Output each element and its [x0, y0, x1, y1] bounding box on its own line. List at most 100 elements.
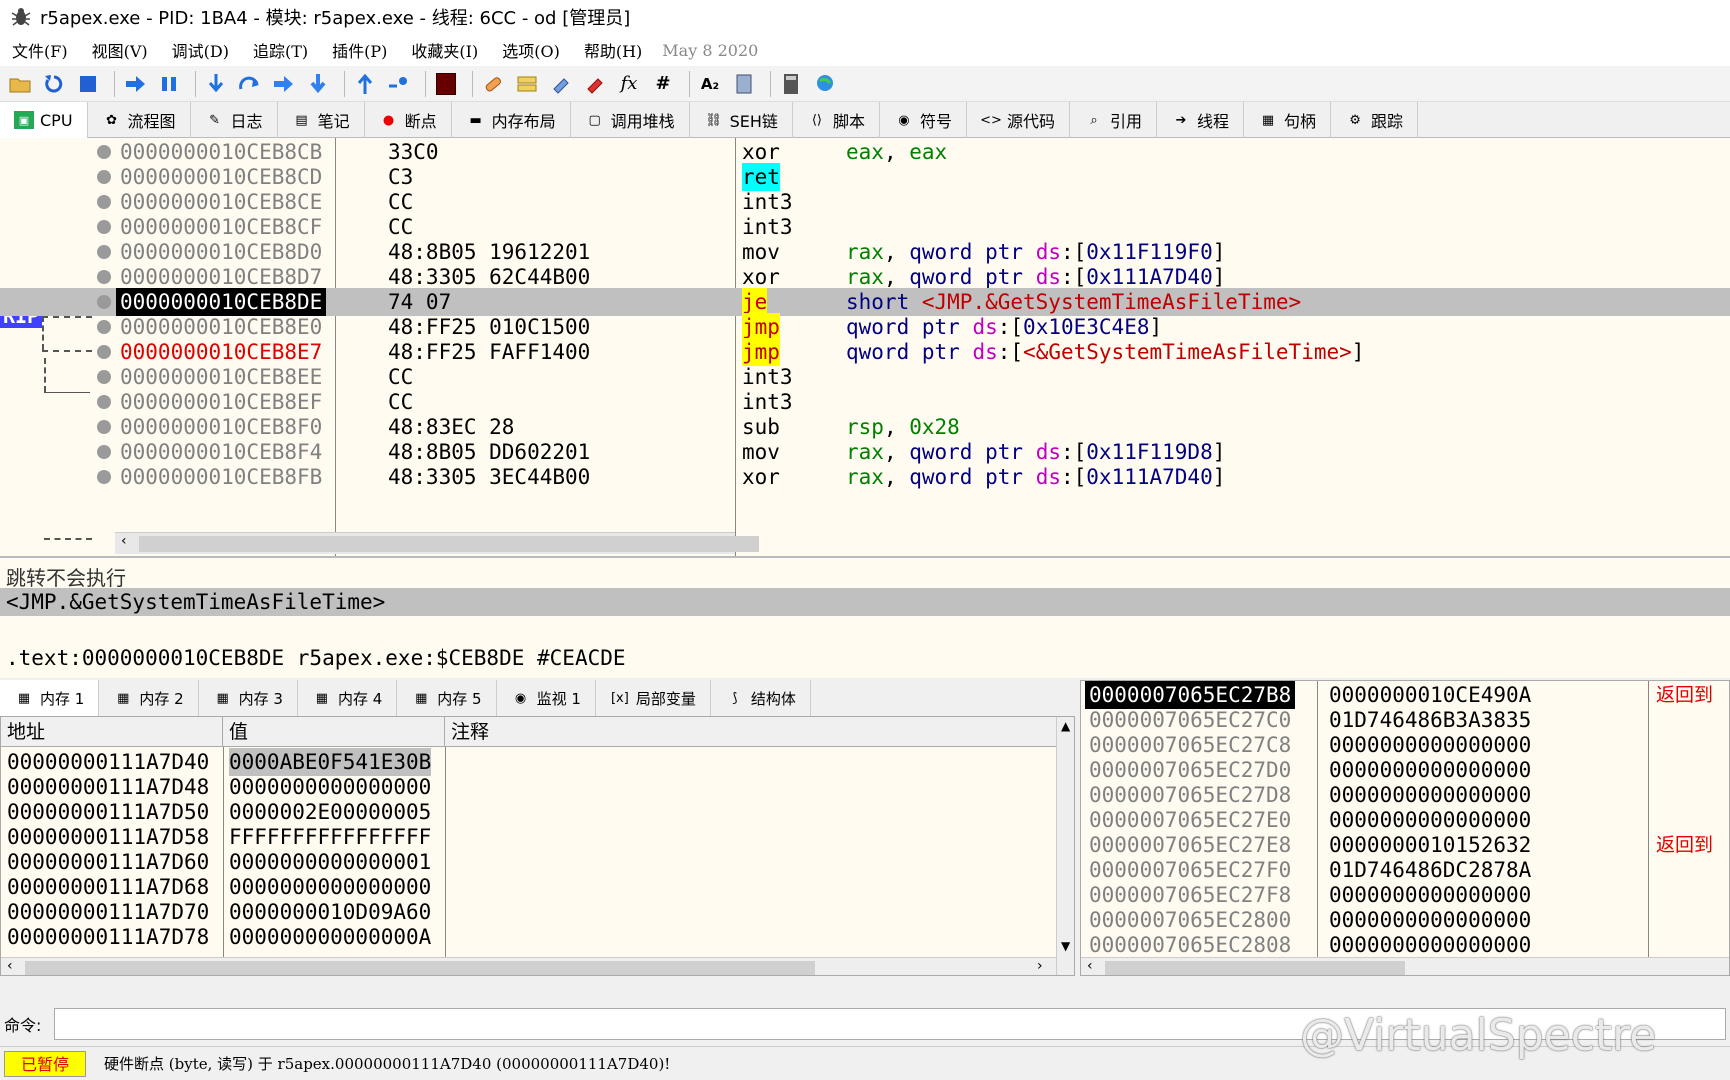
- tab-seh[interactable]: ⛓ SEH链: [690, 102, 793, 138]
- dump-tab-8[interactable]: ⟆ 结构体: [711, 680, 811, 716]
- hash-icon[interactable]: #: [649, 70, 677, 98]
- menu-file[interactable]: 文件(F): [0, 38, 80, 62]
- breakpoint-dot-icon[interactable]: [97, 470, 111, 484]
- stack-row[interactable]: 0000007065EC27F8 0000000000000000: [1081, 881, 1729, 909]
- dump-row[interactable]: 00000000111A7D68 0000000000000000: [1, 873, 1059, 901]
- dump-tab-3[interactable]: ▦ 内存 3: [199, 680, 298, 716]
- bookmark-icon[interactable]: [581, 70, 609, 98]
- label-icon[interactable]: [547, 70, 575, 98]
- notes-icon[interactable]: [730, 70, 758, 98]
- tab-graph[interactable]: ✿ 流程图: [88, 102, 191, 138]
- disasm-row[interactable]: 0000000010CEB8F4 48:8B05 DD602201 mov rax, …: [0, 438, 1730, 466]
- tab-log[interactable]: ✎ 日志: [191, 102, 278, 138]
- disasm-row[interactable]: 0000000010CEB8EE CC int3: [0, 363, 1730, 391]
- stack-pane[interactable]: 0000007065EC27B8 0000000010CE490A 返回到 00000…: [1080, 680, 1730, 976]
- scrollbar-thumb[interactable]: [139, 536, 759, 552]
- stack-row[interactable]: 0000007065EC27F0 01D746486DC2878A: [1081, 856, 1729, 884]
- dump-header-comment[interactable]: 注释: [445, 717, 1059, 746]
- dump-header-value[interactable]: 值: [223, 717, 445, 746]
- breakpoint-dot-icon[interactable]: [97, 445, 111, 459]
- dump-row[interactable]: 00000000111A7D58 FFFFFFFFFFFFFFFF: [1, 823, 1059, 851]
- stack-row[interactable]: 0000007065EC27E8 0000000010152632 返回到: [1081, 831, 1729, 859]
- trace-over-icon[interactable]: [304, 70, 332, 98]
- stack-row[interactable]: 0000007065EC2808 0000000000000000: [1081, 931, 1729, 959]
- breakpoint-dot-icon[interactable]: [97, 270, 111, 284]
- dump-header-address[interactable]: 地址: [1, 717, 223, 746]
- dump-row[interactable]: 00000000111A7D78 000000000000000A: [1, 923, 1059, 951]
- run-icon[interactable]: [121, 70, 149, 98]
- horizontal-scrollbar[interactable]: ‹: [1081, 957, 1729, 975]
- breakpoint-dot-icon[interactable]: [97, 145, 111, 159]
- dump-row[interactable]: 00000000111A7D40 0000ABE0F541E30B: [1, 748, 1059, 776]
- chevron-up-icon[interactable]: ▲: [1061, 719, 1070, 733]
- execute-till-return-icon[interactable]: [351, 70, 379, 98]
- calculator-icon[interactable]: [777, 70, 805, 98]
- disasm-row[interactable]: 0000000010CEB8FB 48:3305 3EC44B00 xor rax, …: [0, 463, 1730, 491]
- scrollbar-thumb[interactable]: [25, 961, 815, 975]
- breakpoint-dot-icon[interactable]: [97, 295, 111, 309]
- tab-script[interactable]: ⟨⟩ 脚本: [793, 102, 880, 138]
- disasm-row[interactable]: 0000000010CEB8CB 33C0 xor eax, eax: [0, 138, 1730, 166]
- breakpoint-dot-icon[interactable]: [97, 195, 111, 209]
- menu-debug[interactable]: 调试(D): [160, 38, 241, 62]
- stack-row[interactable]: 0000007065EC27B8 0000000010CE490A 返回到: [1081, 681, 1729, 709]
- vertical-scrollbar[interactable]: ▲ ▼: [1056, 717, 1074, 975]
- tab-breakpoint[interactable]: ● 断点: [365, 102, 452, 138]
- disasm-row[interactable]: 0000000010CEB8CE CC int3: [0, 188, 1730, 216]
- stack-row[interactable]: 0000007065EC27D8 0000000000000000: [1081, 781, 1729, 809]
- stack-row[interactable]: 0000007065EC27D0 0000000000000000: [1081, 756, 1729, 784]
- breakpoint-dot-icon[interactable]: [97, 245, 111, 259]
- stack-row[interactable]: 0000007065EC27C0 01D746486B3A3835: [1081, 706, 1729, 734]
- dump-row[interactable]: 00000000111A7D70 0000000010D09A60: [1, 898, 1059, 926]
- tab-threads[interactable]: ➔ 线程: [1157, 102, 1245, 138]
- open-icon[interactable]: [6, 70, 34, 98]
- breakpoint-dot-icon[interactable]: [97, 220, 111, 234]
- tab-call-stack[interactable]: ▢ 调用堆栈: [571, 102, 690, 138]
- breakpoint-dot-icon[interactable]: [97, 420, 111, 434]
- disassembly-pane[interactable]: RIP 0000000010CEB8CB 33C0 xor eax, eax 00000…: [0, 138, 1730, 556]
- menu-view[interactable]: 视图(V): [80, 38, 160, 62]
- strings-icon[interactable]: A₂: [696, 70, 724, 98]
- step-over-icon[interactable]: [236, 70, 264, 98]
- tab-references[interactable]: ⌕ 引用: [1070, 102, 1157, 138]
- breakpoint-dot-icon[interactable]: [97, 345, 111, 359]
- stack-row[interactable]: 0000007065EC2800 0000000000000000: [1081, 906, 1729, 934]
- menu-plugins[interactable]: 插件(P): [320, 38, 399, 62]
- patch-icon[interactable]: [479, 70, 507, 98]
- dump-tab-4[interactable]: ▦ 内存 4: [298, 680, 398, 716]
- disasm-row[interactable]: 0000000010CEB8CD C3 ret: [0, 163, 1730, 191]
- menu-favourites[interactable]: 收藏夹(I): [399, 38, 490, 62]
- breakpoint-dot-icon[interactable]: [97, 320, 111, 334]
- breakpoint-dot-icon[interactable]: [97, 395, 111, 409]
- function-icon[interactable]: fx: [615, 70, 643, 98]
- tab-trace[interactable]: ⚙ 跟踪: [1331, 102, 1419, 138]
- disasm-row[interactable]: 0000000010CEB8D0 48:8B05 19612201 mov rax, …: [0, 238, 1730, 266]
- disasm-row[interactable]: 0000000010CEB8CF CC int3: [0, 213, 1730, 241]
- dump-tab-2[interactable]: ▦ 内存 2: [99, 680, 199, 716]
- tab-symbols[interactable]: ◉ 符号: [880, 102, 967, 138]
- tab-notes[interactable]: ▤ 笔记: [278, 102, 365, 138]
- memory-dump-pane[interactable]: 地址 值 注释 00000000111A7D40 0000ABE0F541E30B…: [0, 716, 1075, 976]
- horizontal-scrollbar[interactable]: ‹ ›: [1, 957, 1056, 975]
- menu-trace[interactable]: 追踪(T): [241, 38, 320, 62]
- dump-row[interactable]: 00000000111A7D50 0000002E00000005: [1, 798, 1059, 826]
- dump-tab-1[interactable]: ▦ 内存 1: [0, 680, 100, 716]
- menu-help[interactable]: 帮助(H): [572, 38, 654, 62]
- dump-tab-7[interactable]: [x] 局部变量: [596, 680, 711, 716]
- tab-source[interactable]: <> 源代码: [967, 102, 1070, 138]
- dump-tab-5[interactable]: ▦ 内存 5: [397, 680, 497, 716]
- stop-icon[interactable]: [74, 70, 102, 98]
- scylla-icon[interactable]: [432, 70, 460, 98]
- trace-into-icon[interactable]: [270, 70, 298, 98]
- dump-row[interactable]: 00000000111A7D60 0000000000000001: [1, 848, 1059, 876]
- dump-row[interactable]: 00000000111A7D48 0000000000000000: [1, 773, 1059, 801]
- globe-icon[interactable]: [811, 70, 839, 98]
- dump-tab-6[interactable]: ◉ 监视 1: [497, 680, 596, 716]
- disasm-row[interactable]: 0000000010CEB8E7 48:FF25 FAFF1400 jmp qword…: [0, 338, 1730, 366]
- disasm-row[interactable]: 0000000010CEB8F0 48:83EC 28 sub rsp, 0x28: [0, 413, 1730, 441]
- tab-cpu[interactable]: ▣ CPU: [0, 102, 88, 138]
- run-to-user-code-icon[interactable]: [385, 70, 413, 98]
- scrollbar-thumb[interactable]: [1105, 961, 1405, 975]
- tab-handles[interactable]: ▦ 句柄: [1244, 102, 1332, 138]
- disasm-row[interactable]: 0000000010CEB8D7 48:3305 62C44B00 xor rax, …: [0, 263, 1730, 291]
